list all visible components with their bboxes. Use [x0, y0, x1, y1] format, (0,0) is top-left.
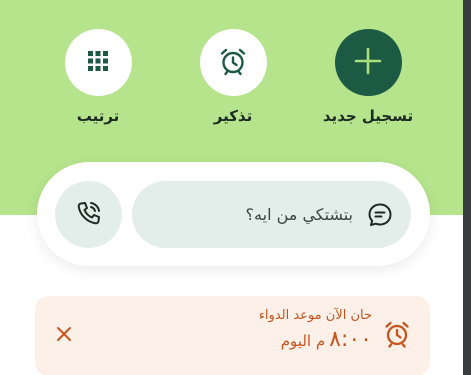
close-icon [56, 326, 72, 346]
reminder-text: حان الآن موعد الدواء ٨:٠٠ م اليوم [259, 308, 372, 352]
reminder-time-row: ٨:٠٠ م اليوم [259, 327, 372, 352]
reminder-button[interactable] [199, 29, 267, 96]
alarm-clock-icon [218, 46, 248, 80]
call-button[interactable] [55, 181, 122, 248]
arrange-label: ترتيب [76, 107, 120, 125]
app-screen: ترتيب تذكير تسجيل جديد بتشتكي من ايه؟ حا… [0, 0, 463, 375]
reminder-title: حان الآن موعد الدواء [258, 308, 372, 323]
alarm-clock-icon [384, 320, 410, 348]
reminder-time-suffix: م اليوم [280, 332, 326, 350]
new-record-button[interactable] [334, 29, 402, 96]
reminder-action[interactable]: تذكير [178, 29, 288, 125]
search-placeholder: بتشتكي من ايه؟ [245, 205, 353, 224]
phone-call-icon [75, 199, 103, 231]
new-record-action[interactable]: تسجيل جديد [313, 29, 423, 125]
close-reminder-button[interactable] [53, 325, 75, 347]
arrange-button[interactable] [64, 29, 132, 96]
search-input[interactable]: بتشتكي من ايه؟ [132, 181, 411, 248]
plus-icon [354, 47, 382, 79]
reminder-label: تذكير [213, 107, 253, 125]
arrange-action[interactable]: ترتيب [43, 29, 153, 125]
chat-bubble-icon [367, 202, 393, 228]
reminder-time: ٨:٠٠ [329, 327, 372, 352]
search-card: بتشتكي من ايه؟ [37, 162, 430, 266]
medication-reminder-card[interactable]: حان الآن موعد الدواء ٨:٠٠ م اليوم [35, 296, 430, 375]
grid-icon [87, 50, 109, 76]
new-record-label: تسجيل جديد [322, 107, 414, 125]
